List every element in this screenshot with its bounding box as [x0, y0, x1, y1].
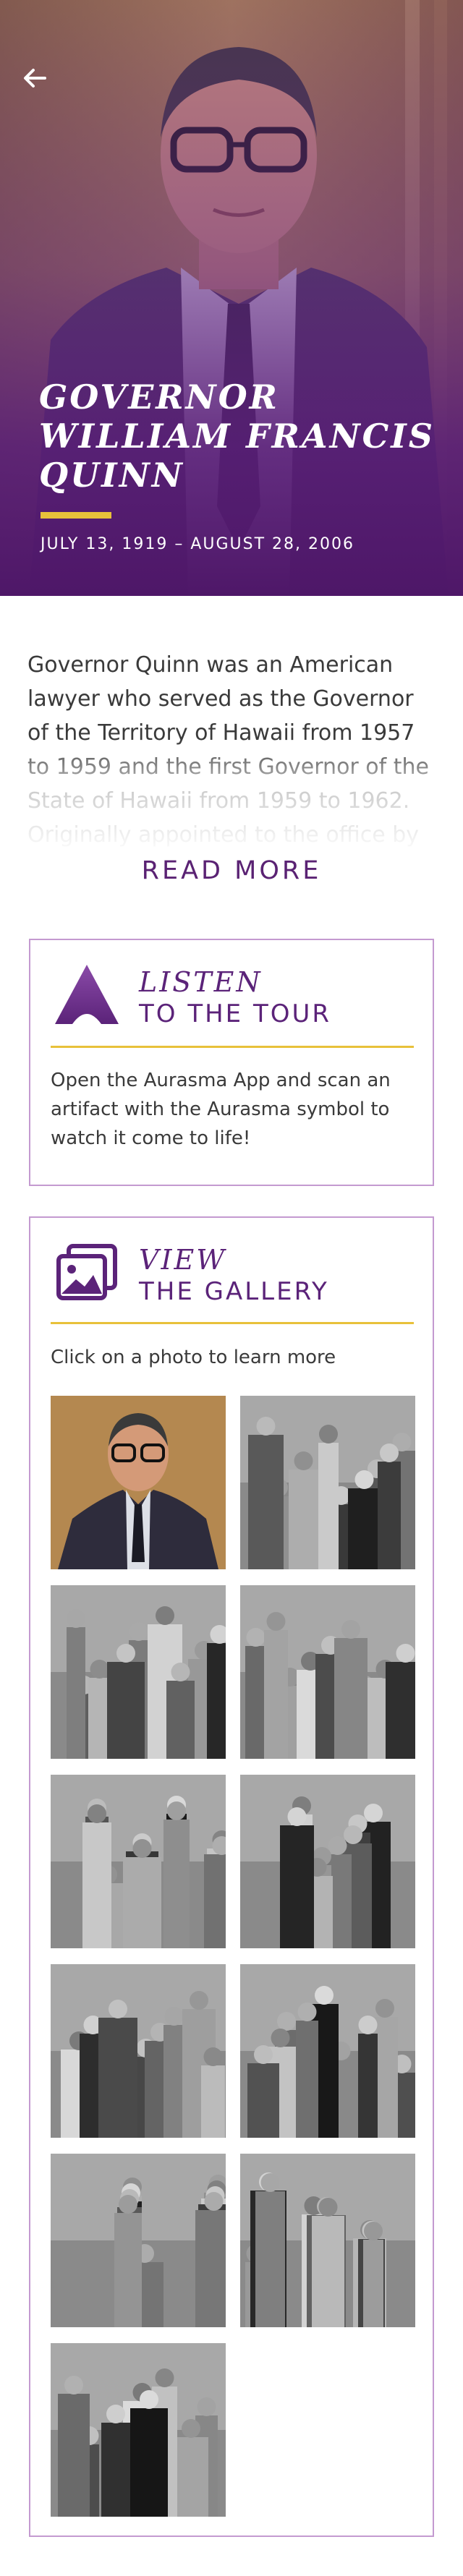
gallery-photo-signing[interactable]: [240, 1964, 415, 2138]
gallery-photo-family-standing[interactable]: [51, 2154, 226, 2327]
title-line: QUINN: [39, 456, 184, 495]
photo-gallery-icon: [51, 1240, 123, 1305]
arrow-left-icon: [24, 69, 46, 88]
title-line: GOVERNOR: [39, 378, 279, 417]
card-title-italic: VIEW: [139, 1244, 227, 1276]
card-body: Click on a photo to learn more: [51, 1347, 336, 1368]
card-divider: [51, 1322, 414, 1324]
life-dates: JULY 13, 1919 – AUGUST 28, 2006: [41, 535, 354, 553]
card-title-italic: LISTEN: [139, 966, 263, 998]
gallery-photo-crowd[interactable]: [240, 1775, 415, 1948]
title-accent-bar: [41, 512, 111, 519]
gallery-photo-children-christmas[interactable]: [51, 2343, 226, 2517]
gallery-photo-woman-at-desk[interactable]: [51, 1585, 226, 1759]
card-title: TO THE TOUR: [139, 999, 332, 1028]
governor-portrait-image: [0, 0, 463, 596]
hero-banner: GOVERNOR WILLIAM FRANCIS QUINN JULY 13, …: [0, 0, 463, 596]
gallery-photo-dinner-table[interactable]: [240, 1585, 415, 1759]
aurasma-a-icon: [51, 962, 123, 1027]
gallery-photo-woman-with-child[interactable]: [51, 1775, 226, 1948]
listen-tour-card: LISTEN TO THE TOUR Open the Aurasma App …: [29, 939, 434, 1186]
gallery-photo-family-gathering[interactable]: [51, 1964, 226, 2138]
text-fade-overlay: [27, 739, 437, 855]
bio-excerpt: Governor Quinn was an American lawyer wh…: [27, 648, 437, 855]
gallery-photo-lei-greeting[interactable]: [240, 2154, 415, 2327]
page-title: GOVERNOR WILLIAM FRANCIS QUINN: [39, 378, 444, 495]
card-title: THE GALLERY: [139, 1277, 329, 1306]
gallery-photo-group-outdoors[interactable]: [240, 1396, 415, 1569]
card-body: Open the Aurasma App and scan an artifac…: [51, 1070, 391, 1149]
back-button[interactable]: [17, 61, 52, 95]
card-header: LISTEN TO THE TOUR: [30, 940, 433, 1041]
title-line: WILLIAM FRANCIS: [39, 417, 435, 456]
gallery-card: VIEW THE GALLERY Click on a photo to lea…: [29, 1216, 434, 2537]
card-header: VIEW THE GALLERY: [30, 1218, 433, 1319]
read-more-button[interactable]: READ MORE: [0, 856, 463, 885]
gallery-photo-portrait[interactable]: [51, 1396, 226, 1569]
card-divider: [51, 1046, 414, 1048]
